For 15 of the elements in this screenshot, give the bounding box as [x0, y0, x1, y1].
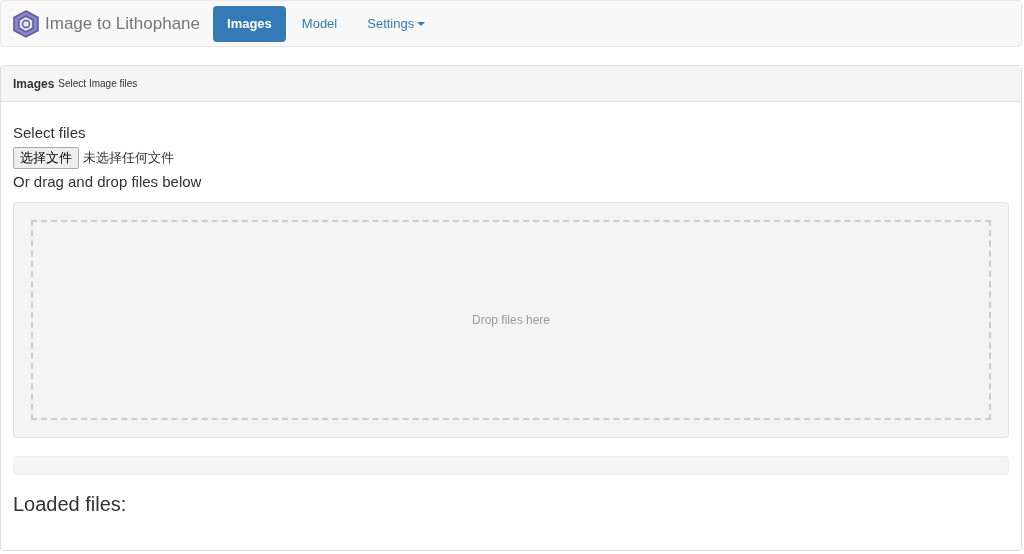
- select-label: Select files: [13, 123, 87, 143]
- choose-file-button[interactable]: 选择文件: [13, 147, 79, 169]
- nav-tab[interactable]: Images: [213, 5, 286, 42]
- loaded-heading: Loaded files:: [13, 493, 128, 516]
- brand-title[interactable]: Image to Lithophane: [45, 13, 200, 34]
- dropzone-text: Drop files here: [471, 313, 550, 327]
- nav-tab[interactable]: Model: [287, 5, 352, 42]
- nav-tab[interactable]: Settings: [353, 5, 440, 42]
- caret-icon: [417, 21, 426, 26]
- panel-subtitle: Select Image files: [58, 78, 138, 89]
- panel-title: Images: [13, 76, 55, 91]
- file-status: 未选择任何文件: [83, 149, 174, 167]
- logo-icon: [13, 9, 39, 38]
- drag-label: Or drag and drop files below: [13, 172, 203, 192]
- drop-target[interactable]: Drop files here: [31, 220, 991, 420]
